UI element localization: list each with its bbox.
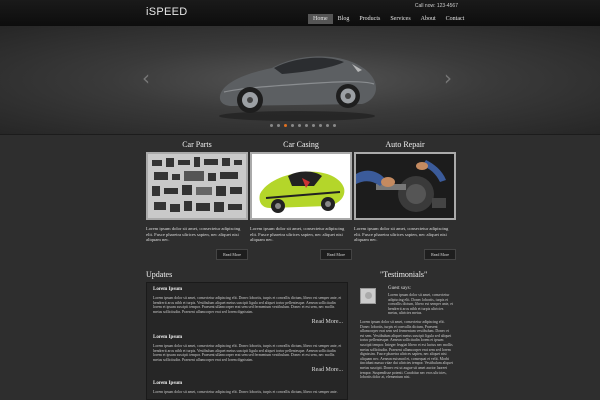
chevron-left-icon[interactable]: ‹ <box>142 66 150 90</box>
feature-title: Car Parts <box>182 140 212 149</box>
site-header: iSPEED Call now: 123-4567 Home Blog Prod… <box>0 0 600 26</box>
car-parts-image <box>146 152 248 220</box>
read-more-link[interactable]: Read More... <box>153 319 343 325</box>
nav-home[interactable]: Home <box>308 14 333 24</box>
update-heading: Lorem Ipsum <box>153 335 183 340</box>
auto-repair-image <box>354 152 456 220</box>
read-more-button[interactable]: Read More <box>320 249 352 260</box>
slider-dot[interactable] <box>333 124 336 127</box>
testimonial-quote-short: Lorem ipsum dolor sit amet, consectetur … <box>388 293 453 316</box>
main-nav: Home Blog Products Services About Contac… <box>308 14 469 26</box>
feature-auto-repair: Auto Repair Lorem ipsum dolor sit amet, … <box>354 140 456 260</box>
feature-car-casing: Car Casing Lorem ipsum dolor sit amet, c… <box>250 140 352 260</box>
slider-dot[interactable] <box>326 124 329 127</box>
divider <box>0 134 600 135</box>
avatar <box>360 288 376 304</box>
chevron-right-icon[interactable]: › <box>444 66 452 90</box>
slider-dot[interactable] <box>298 124 301 127</box>
slider-dot[interactable] <box>305 124 308 127</box>
update-item: Lorem Ipsum Lorem ipsum dolor sit amet, … <box>153 287 343 325</box>
updates-title: Updates <box>146 270 173 279</box>
nav-products[interactable]: Products <box>354 14 385 24</box>
nav-contact[interactable]: Contact <box>441 14 470 24</box>
testimonials-title: "Testimonials" <box>380 270 428 279</box>
feature-title: Car Casing <box>283 140 319 149</box>
read-more-button[interactable]: Read More <box>424 249 456 260</box>
slider-dot[interactable] <box>312 124 315 127</box>
feature-text: Lorem ipsum dolor sit amet, consectetur … <box>146 226 241 242</box>
sports-car-image <box>219 56 376 121</box>
slider-dot[interactable] <box>291 124 294 127</box>
hero-slider: ‹ › <box>0 26 600 134</box>
slider-dot[interactable] <box>277 124 280 127</box>
update-item: Lorem Ipsum Lorem ipsum dolor sit amet, … <box>153 335 343 373</box>
slider-dot[interactable] <box>319 124 322 127</box>
update-item: Lorem Ipsum Lorem ipsum dolor sit amet, … <box>153 381 343 400</box>
feature-text: Lorem ipsum dolor sit amet, consectetur … <box>250 226 345 242</box>
call-now-text: Call now: 123-4567 <box>414 3 458 9</box>
feature-car-parts: Car Parts Lorem ipsum dolor sit amet, co… <box>146 140 248 260</box>
site-logo[interactable]: iSPEED <box>146 6 188 18</box>
update-text: Lorem ipsum dolor sit amet, consectetur … <box>153 390 338 394</box>
update-heading: Lorem Ipsum <box>153 381 183 386</box>
update-text: Lorem ipsum dolor sit amet, consectetur … <box>153 296 342 314</box>
updates-panel: Lorem Ipsum Lorem ipsum dolor sit amet, … <box>146 282 348 400</box>
nav-about[interactable]: About <box>416 14 441 24</box>
update-text: Lorem ipsum dolor sit amet, consectetur … <box>153 344 342 362</box>
car-casing-image <box>250 152 352 220</box>
read-more-button[interactable]: Read More <box>216 249 248 260</box>
slider-dots <box>270 124 336 127</box>
testimonials-panel: Guest says: Lorem ipsum dolor sit amet, … <box>356 282 456 400</box>
update-heading: Lorem Ipsum <box>153 287 183 292</box>
nav-services[interactable]: Services <box>385 14 415 24</box>
feature-text: Lorem ipsum dolor sit amet, consectetur … <box>354 226 449 242</box>
testimonial-quote: Lorem ipsum dolor sit amet, consectetur … <box>360 320 453 380</box>
guest-label: Guest says: <box>388 286 411 291</box>
nav-blog[interactable]: Blog <box>333 14 355 24</box>
read-more-link[interactable]: Read More... <box>153 367 343 373</box>
slider-dot-active[interactable] <box>284 124 287 127</box>
feature-title: Auto Repair <box>385 140 425 149</box>
slider-dot[interactable] <box>270 124 273 127</box>
